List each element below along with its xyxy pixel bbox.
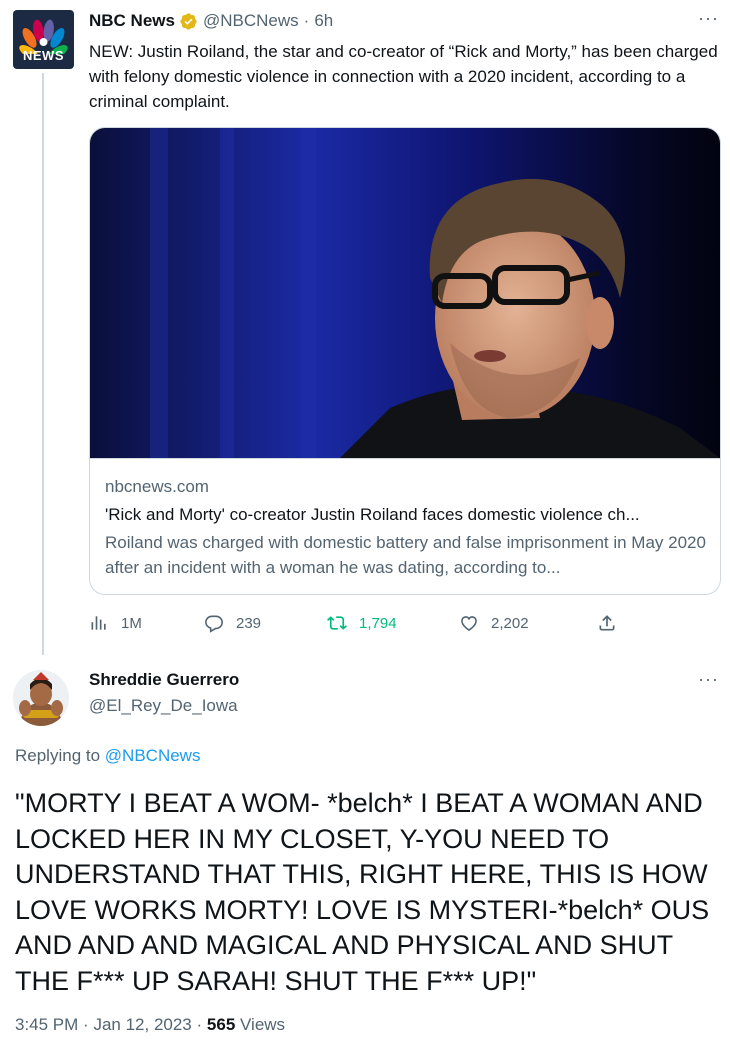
card-domain: nbcnews.com [105, 477, 209, 496]
more-dots-icon[interactable]: ··· [698, 8, 719, 29]
reply-author-handle[interactable]: @El_Rey_De_Iowa [89, 696, 238, 716]
reply-author-name[interactable]: Shreddie Guerrero [89, 670, 239, 690]
views-total: 565 [206, 1015, 236, 1034]
replying-to-line: Replying to @NBCNews [15, 746, 200, 766]
retweet-button[interactable]: 1,794 [327, 609, 397, 637]
card-description: Roiland was charged with domestic batter… [105, 533, 706, 577]
heart-icon [461, 616, 477, 632]
share-button[interactable] [597, 609, 617, 637]
nbc-news-avatar[interactable]: NEWS [13, 10, 74, 69]
share-icon [599, 615, 615, 631]
tweet-timestamp[interactable]: 3:45 PM [15, 1015, 78, 1034]
replying-to-prefix: Replying to [15, 746, 101, 765]
reply-tweet-text: "MORTY I BEAT A WOM- *belch* I BEAT A WO… [15, 788, 710, 996]
meta-separator: · [83, 1015, 89, 1034]
tweet-date[interactable]: Jan 12, 2023 [93, 1015, 191, 1034]
card-title: 'Rick and Morty' co-creator Justin Roila… [105, 505, 640, 524]
author-name[interactable]: NBC News [89, 11, 175, 31]
parent-tweet-header: NBC News @NBCNews · 6h [89, 10, 333, 32]
verified-badge-icon [180, 12, 197, 30]
replying-to-link[interactable]: @NBCNews [105, 746, 201, 765]
tweet-meta: 3:45 PM · Jan 12, 2023 · 565 Views [15, 1015, 285, 1035]
article-photo [90, 128, 720, 458]
reply-button[interactable]: 239 [204, 609, 261, 637]
like-count: 2,202 [491, 614, 529, 632]
views-count: 1M [121, 614, 142, 632]
views-button[interactable]: 1M [89, 609, 142, 637]
reply-author-avatar[interactable] [13, 670, 69, 726]
link-preview-card[interactable]: nbcnews.com 'Rick and Morty' co-creator … [89, 127, 721, 595]
views-label: Views [240, 1015, 286, 1034]
bar-chart-icon [91, 616, 106, 630]
avatar-news-label: NEWS [23, 48, 64, 63]
meta-separator: · [196, 1015, 203, 1034]
reply-count: 239 [236, 614, 262, 632]
header-separator: · [303, 11, 310, 30]
action-bar: 1M 239 1,794 2,202 [89, 609, 649, 637]
card-divider [90, 458, 720, 459]
parent-tweet-text: NEW: Justin Roiland, the star and co-cre… [89, 42, 718, 111]
tweet-time[interactable]: 6h [314, 11, 333, 31]
speech-bubble-icon [205, 615, 223, 633]
wrestler-avatar-image [13, 670, 69, 726]
more-dots-icon[interactable]: ··· [698, 669, 719, 690]
retweet-count: 1,794 [359, 614, 397, 632]
author-handle[interactable]: @NBCNews [203, 11, 299, 31]
like-button[interactable]: 2,202 [459, 609, 529, 637]
thread-connector-line [42, 73, 44, 655]
retweet-icon [327, 616, 347, 630]
